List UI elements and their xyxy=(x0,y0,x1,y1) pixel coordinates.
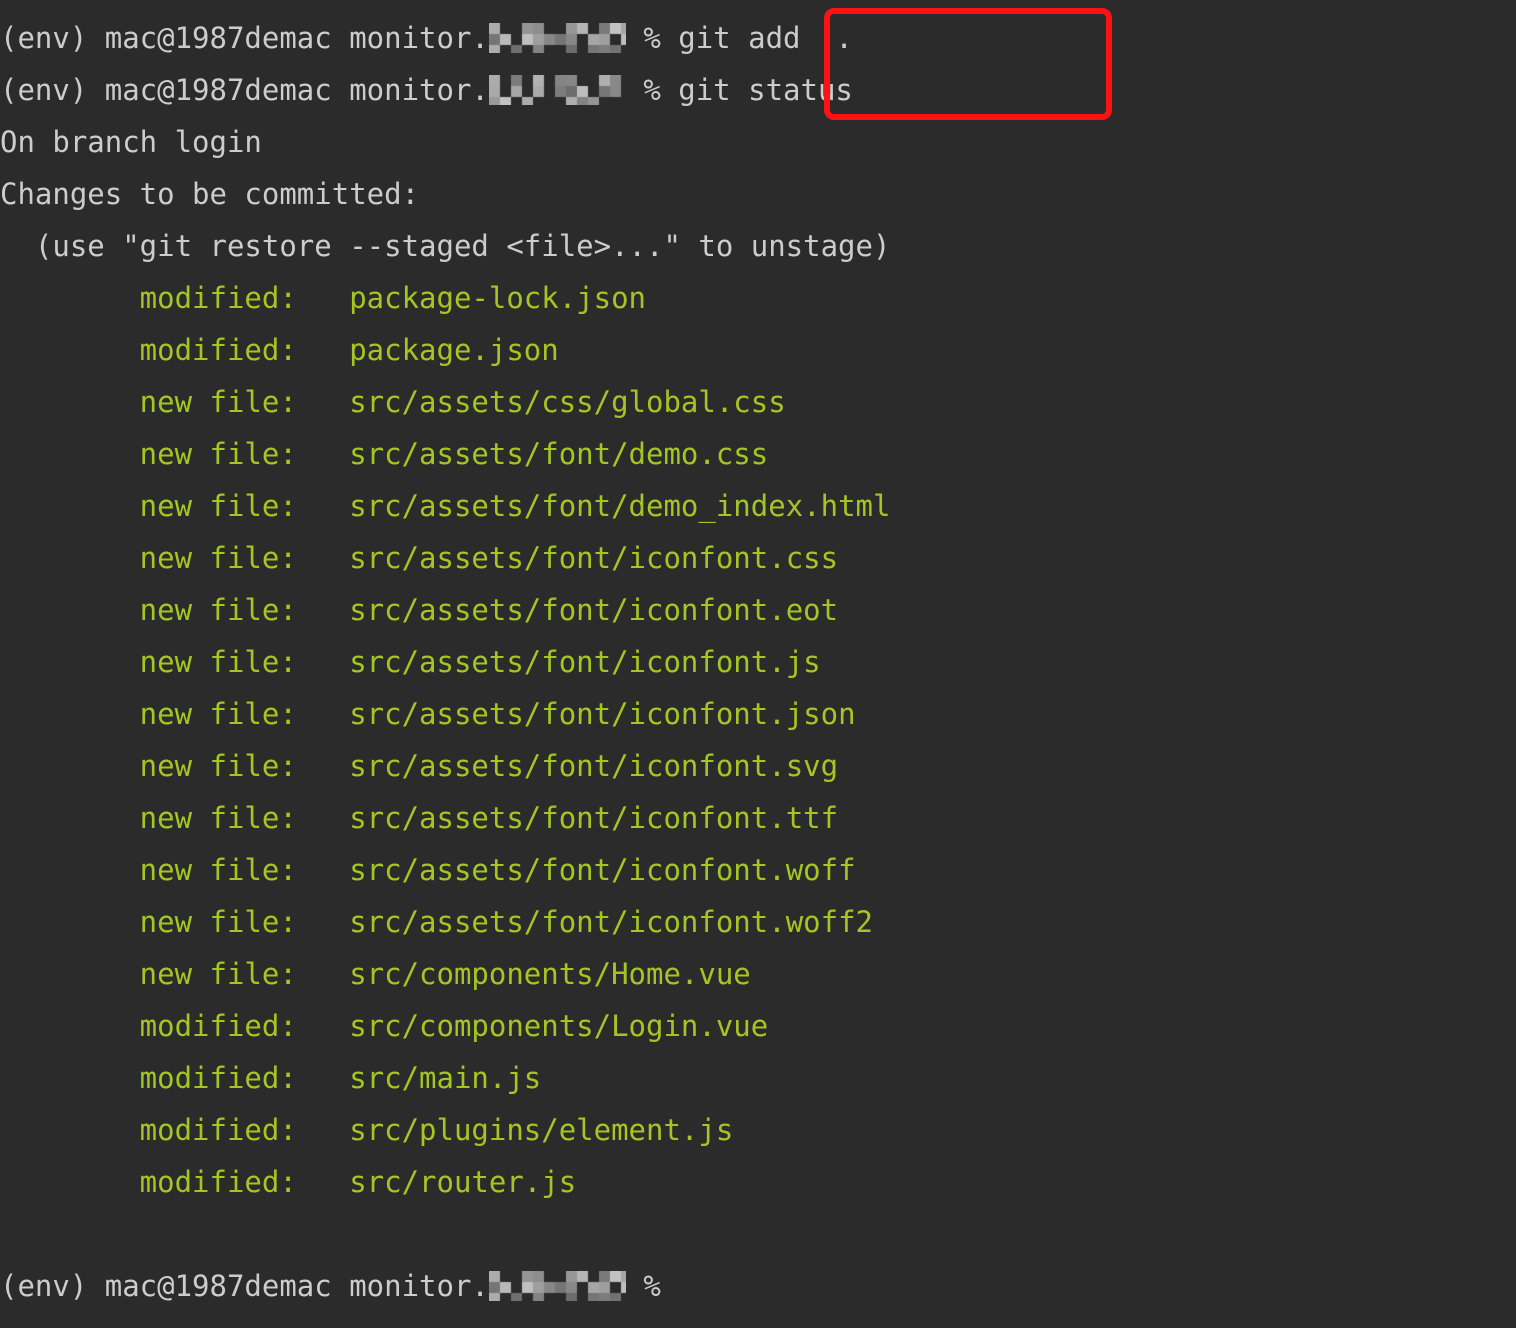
file-path-10: src/assets/font/iconfont.ttf xyxy=(349,801,839,835)
file-status-16: modified: xyxy=(0,1113,350,1147)
file-path-2: src/assets/css/global.css xyxy=(349,385,786,419)
file-path-5: src/assets/font/iconfont.css xyxy=(349,541,839,575)
file-status-13: new file: xyxy=(0,957,350,991)
file-path-11: src/assets/font/iconfont.woff xyxy=(349,853,856,887)
file-status-11: new file: xyxy=(0,853,350,887)
typed-command[interactable]: git add . xyxy=(678,21,853,55)
staged-file-row: new file: src/assets/font/iconfont.eot xyxy=(0,584,1516,636)
staged-file-row: new file: src/assets/font/demo.css xyxy=(0,428,1516,480)
file-status-4: new file: xyxy=(0,489,350,523)
unstage-hint-text: (use "git restore --staged <file>..." to… xyxy=(0,229,891,263)
file-path-14: src/components/Login.vue xyxy=(349,1009,769,1043)
file-status-10: new file: xyxy=(0,801,350,835)
prompt-line-final: (env) mac@1987demac monitor. % xyxy=(0,1260,1516,1312)
file-path-0: package-lock.json xyxy=(349,281,647,315)
branch-text: On branch login xyxy=(0,125,262,159)
file-status-14: modified: xyxy=(0,1009,350,1043)
redacted-path xyxy=(488,75,626,105)
file-status-5: new file: xyxy=(0,541,350,575)
file-status-2: new file: xyxy=(0,385,350,419)
blank-line xyxy=(0,1208,1516,1260)
unstage-hint-line: (use "git restore --staged <file>..." to… xyxy=(0,220,1516,272)
file-status-6: new file: xyxy=(0,593,350,627)
file-status-8: new file: xyxy=(0,697,350,731)
staged-file-row: new file: src/assets/font/iconfont.js xyxy=(0,636,1516,688)
file-path-8: src/assets/font/iconfont.json xyxy=(349,697,856,731)
file-path-15: src/main.js xyxy=(349,1061,542,1095)
terminal-screen: (env) mac@1987demac monitor. % git add .… xyxy=(0,12,1516,1312)
staged-file-row: modified: src/components/Login.vue xyxy=(0,1000,1516,1052)
staged-file-row: modified: package-lock.json xyxy=(0,272,1516,324)
branch-line: On branch login xyxy=(0,116,1516,168)
staged-file-row: modified: src/plugins/element.js xyxy=(0,1104,1516,1156)
file-path-9: src/assets/font/iconfont.svg xyxy=(349,749,839,783)
staged-file-row: modified: src/router.js xyxy=(0,1156,1516,1208)
prompt-text: (env) mac@1987demac monitor. xyxy=(0,21,489,55)
redacted-path xyxy=(488,23,626,53)
staged-file-row: new file: src/assets/css/global.css xyxy=(0,376,1516,428)
staged-file-row: new file: src/assets/font/iconfont.css xyxy=(0,532,1516,584)
file-path-12: src/assets/font/iconfont.woff2 xyxy=(349,905,873,939)
staged-file-row: modified: package.json xyxy=(0,324,1516,376)
prompt-symbol: % xyxy=(625,73,679,107)
redacted-path xyxy=(488,1271,626,1301)
file-path-7: src/assets/font/iconfont.js xyxy=(349,645,821,679)
changes-header-text: Changes to be committed: xyxy=(0,177,420,211)
file-path-16: src/plugins/element.js xyxy=(349,1113,734,1147)
prompt-text: (env) mac@1987demac monitor. xyxy=(0,73,489,107)
staged-file-row: new file: src/assets/font/iconfont.json xyxy=(0,688,1516,740)
staged-file-row: new file: src/assets/font/iconfont.svg xyxy=(0,740,1516,792)
changes-header-line: Changes to be committed: xyxy=(0,168,1516,220)
file-path-1: package.json xyxy=(349,333,559,367)
staged-file-row: new file: src/assets/font/iconfont.ttf xyxy=(0,792,1516,844)
prompt-symbol: % xyxy=(625,21,679,55)
file-status-17: modified: xyxy=(0,1165,350,1199)
file-path-4: src/assets/font/demo_index.html xyxy=(349,489,891,523)
staged-file-row: new file: src/components/Home.vue xyxy=(0,948,1516,1000)
file-status-12: new file: xyxy=(0,905,350,939)
file-path-3: src/assets/font/demo.css xyxy=(349,437,769,471)
terminal-window[interactable]: (env) mac@1987demac monitor. % git add .… xyxy=(0,0,1516,1328)
staged-file-row: new file: src/assets/font/iconfont.woff2 xyxy=(0,896,1516,948)
file-status-0: modified: xyxy=(0,281,350,315)
prompt-line-git-status: (env) mac@1987demac monitor. % git statu… xyxy=(0,64,1516,116)
typed-command[interactable]: git status xyxy=(678,73,853,107)
file-path-13: src/components/Home.vue xyxy=(349,957,751,991)
prompt-text: (env) mac@1987demac monitor. xyxy=(0,1269,489,1303)
file-status-7: new file: xyxy=(0,645,350,679)
prompt-symbol: % xyxy=(625,1269,679,1303)
blank-text xyxy=(0,1217,17,1251)
file-path-17: src/router.js xyxy=(349,1165,577,1199)
file-status-3: new file: xyxy=(0,437,350,471)
file-status-15: modified: xyxy=(0,1061,350,1095)
file-status-1: modified: xyxy=(0,333,350,367)
file-path-6: src/assets/font/iconfont.eot xyxy=(349,593,839,627)
staged-file-row: new file: src/assets/font/iconfont.woff xyxy=(0,844,1516,896)
staged-file-row: modified: src/main.js xyxy=(0,1052,1516,1104)
file-status-9: new file: xyxy=(0,749,350,783)
staged-file-row: new file: src/assets/font/demo_index.htm… xyxy=(0,480,1516,532)
prompt-line-git-add: (env) mac@1987demac monitor. % git add . xyxy=(0,12,1516,64)
